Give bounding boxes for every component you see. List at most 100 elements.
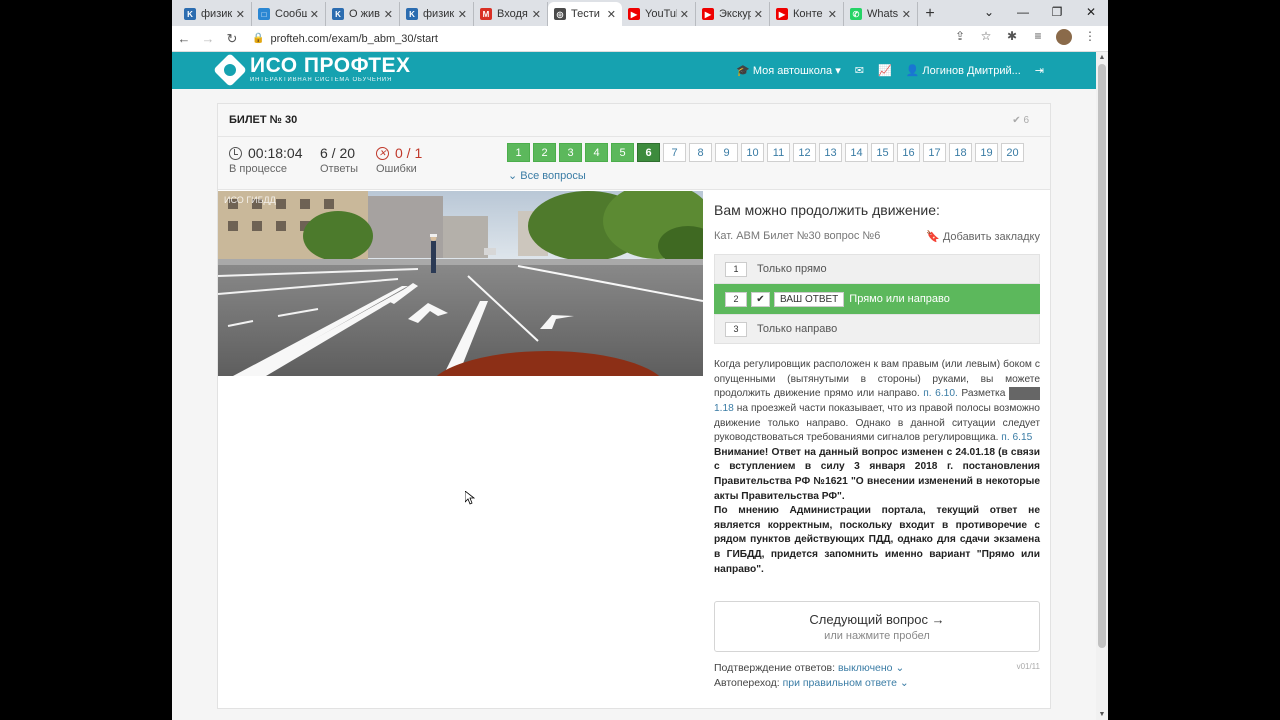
question-number-16[interactable]: 16 <box>897 143 920 162</box>
question-number-12[interactable]: 12 <box>793 143 816 162</box>
scrollbar-thumb[interactable] <box>1098 64 1106 648</box>
answer-option-3[interactable]: 3 Только направо <box>714 314 1040 344</box>
page-body: БИЛЕТ № 30 ✔ 6 00:18:04 В процессе 6 / 2… <box>172 89 1096 720</box>
tab-favicon-icon: ▶ <box>628 8 640 20</box>
exam-card: БИЛЕТ № 30 ✔ 6 00:18:04 В процессе 6 / 2… <box>217 103 1051 709</box>
my-school-menu[interactable]: 🎓 Моя автошкола ▾ <box>736 64 841 77</box>
scroll-down-icon[interactable]: ▼ <box>1096 711 1108 718</box>
rule-link-6-10[interactable]: п. 6.10. <box>923 388 958 399</box>
browser-tab[interactable]: ◎ Тести ✕ <box>548 2 622 26</box>
tab-close-icon[interactable]: ✕ <box>680 8 689 21</box>
browser-tab[interactable]: K О жив ✕ <box>326 2 400 26</box>
question-number-10[interactable]: 10 <box>741 143 764 162</box>
explanation-text-2: Разметка <box>961 388 1006 400</box>
tab-close-icon[interactable]: ✕ <box>754 8 763 21</box>
question-number-4[interactable]: 4 <box>585 143 608 162</box>
question-number-11[interactable]: 11 <box>767 143 790 162</box>
browser-tab[interactable]: ▶ Экскур ✕ <box>696 2 770 26</box>
confirm-label: Подтверждение ответов: <box>714 662 836 675</box>
question-number-14[interactable]: 14 <box>845 143 868 162</box>
question-number-9[interactable]: 9 <box>715 143 738 162</box>
marking-link-1-18[interactable]: 1.18 <box>714 403 734 414</box>
question-number-6[interactable]: 6 <box>637 143 660 162</box>
question-number-5[interactable]: 5 <box>611 143 634 162</box>
question-number-2[interactable]: 2 <box>533 143 556 162</box>
question-number-17[interactable]: 17 <box>923 143 946 162</box>
browser-tab[interactable]: Kфизик ✕ <box>178 2 252 26</box>
browser-tab[interactable]: ▶ YouTul ✕ <box>622 2 696 26</box>
question-number-18[interactable]: 18 <box>949 143 972 162</box>
timer-value: 00:18:04 <box>248 145 303 161</box>
page-scrollbar[interactable]: ▲ ▼ <box>1096 52 1108 720</box>
question-number-1[interactable]: 1 <box>507 143 530 162</box>
tab-close-icon[interactable]: ✕ <box>532 8 541 21</box>
stats-icon[interactable]: 📈 <box>878 64 892 77</box>
minimize-icon[interactable]: — <box>1006 0 1040 26</box>
question-number-20[interactable]: 20 <box>1001 143 1024 162</box>
bookmark-icon: 🔖 <box>926 231 940 243</box>
tab-close-icon[interactable]: ✕ <box>607 8 616 21</box>
question-number-8[interactable]: 8 <box>689 143 712 162</box>
media-icon[interactable]: ≡ <box>1026 29 1050 48</box>
maximize-icon[interactable]: ❐ <box>1040 0 1074 26</box>
browser-tab[interactable]: ▶ Конте ✕ <box>770 2 844 26</box>
answers-stat: 6 / 20 Ответы <box>320 145 358 175</box>
tab-search-icon[interactable]: ⌄ <box>972 0 1006 26</box>
question-number-19[interactable]: 19 <box>975 143 998 162</box>
close-window-icon[interactable]: ✕ <box>1074 0 1108 26</box>
explanation-admin-note: По мнению Администрации портала, текущий… <box>714 505 1040 575</box>
mail-icon[interactable]: ✉ <box>855 64 864 77</box>
extensions-icon[interactable]: ✱ <box>1000 29 1024 48</box>
all-questions-toggle[interactable]: ⌄ Все вопросы <box>508 169 586 182</box>
ticket-progress: ✔ 6 <box>1012 115 1029 126</box>
tab-close-icon[interactable]: ✕ <box>310 8 319 21</box>
forward-icon[interactable]: → <box>196 31 220 46</box>
explanation-warning: Внимание! Ответ на данный вопрос изменен… <box>714 446 1040 502</box>
lock-icon[interactable]: 🔒 <box>252 33 264 44</box>
logout-icon[interactable]: ⇥ <box>1035 64 1044 77</box>
scroll-up-icon[interactable]: ▲ <box>1096 54 1108 61</box>
answer-text: Только направо <box>757 323 838 335</box>
confirm-toggle[interactable]: выключено ⌄ <box>838 662 904 674</box>
share-icon[interactable]: ⇪ <box>948 29 972 48</box>
answer-text: Только прямо <box>757 263 827 275</box>
new-tab-button[interactable]: + <box>918 2 942 26</box>
tab-close-icon[interactable]: ✕ <box>384 8 393 21</box>
tab-close-icon[interactable]: ✕ <box>902 8 911 21</box>
question-number-3[interactable]: 3 <box>559 143 582 162</box>
mouse-cursor <box>465 491 475 505</box>
tab-favicon-icon: K <box>332 8 344 20</box>
site-logo[interactable]: ИСО ПРОФТЕХ ИНТЕРАКТИВНАЯ СИСТЕМА ОБУЧЕН… <box>213 53 411 87</box>
tab-close-icon[interactable]: ✕ <box>828 8 837 21</box>
add-bookmark-button[interactable]: 🔖 Добавить закладку <box>926 230 1040 243</box>
next-question-label: Следующий вопрос → <box>809 611 945 627</box>
auto-toggle[interactable]: при правильном ответе ⌄ <box>783 677 909 689</box>
reload-icon[interactable]: ↻ <box>220 31 244 47</box>
tab-close-icon[interactable]: ✕ <box>236 8 245 21</box>
profile-avatar[interactable] <box>1052 29 1076 48</box>
url-field[interactable]: 🔒 profteh.com/exam/b_abm_30/start <box>252 28 948 50</box>
explanation-text-3: на проезжей части показывает, что из пра… <box>714 402 1040 444</box>
browser-tab[interactable]: Kфизик ✕ <box>400 2 474 26</box>
tab-title: YouTul <box>645 8 677 20</box>
browser-tab[interactable]: ✆ Whats ✕ <box>844 2 918 26</box>
back-icon[interactable]: ← <box>172 31 196 46</box>
auto-label: Автопереход: <box>714 677 780 690</box>
answer-option-1[interactable]: 1 Только прямо <box>714 254 1040 284</box>
explanation: Когда регулировщик расположен к вам прав… <box>714 358 1040 577</box>
question-number-7[interactable]: 7 <box>663 143 686 162</box>
exam-stats: 00:18:04 В процессе 6 / 20 Ответы ✕ 0 / 1… <box>218 137 1050 190</box>
answer-option-2[interactable]: 2 ✔ ВАШ ОТВЕТ Прямо или направо <box>714 284 1040 314</box>
question-number-13[interactable]: 13 <box>819 143 842 162</box>
menu-icon[interactable]: ⋮ <box>1078 29 1102 48</box>
user-menu[interactable]: 👤 Логинов Дмитрий... <box>906 64 1021 77</box>
star-icon[interactable]: ☆ <box>974 29 998 48</box>
bookmark-label: Добавить закладку <box>942 231 1040 243</box>
browser-tab[interactable]: M Входя ✕ <box>474 2 548 26</box>
next-question-button[interactable]: Следующий вопрос → или нажмите пробел <box>714 601 1040 653</box>
rule-link-6-15[interactable]: п. 6.15 <box>1001 432 1032 443</box>
question-number-15[interactable]: 15 <box>871 143 894 162</box>
tab-close-icon[interactable]: ✕ <box>458 8 467 21</box>
browser-tab[interactable]: □ Сообщ ✕ <box>252 2 326 26</box>
answers-label: Ответы <box>320 163 359 175</box>
